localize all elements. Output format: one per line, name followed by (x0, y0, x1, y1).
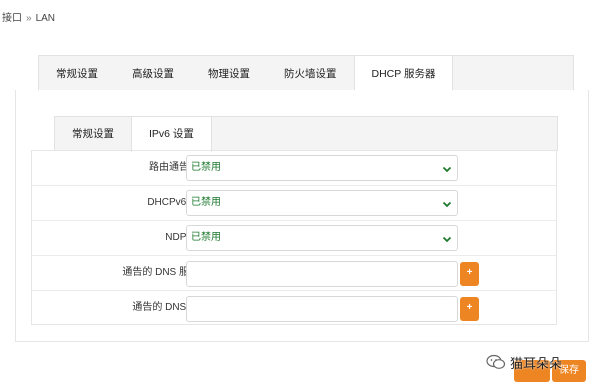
tab-firewall-settings[interactable]: 防火墙设置 (267, 56, 354, 92)
chevron-down-icon (442, 166, 452, 173)
dns-servers-input[interactable] (186, 261, 458, 287)
inner-tab-bar: 常规设置 IPv6 设置 (54, 116, 558, 152)
ndp-proxy-row: NDP 代理 已禁用 (32, 221, 556, 256)
subtab-general-settings[interactable]: 常规设置 (55, 117, 131, 151)
dns-domains-add-button[interactable]: + (460, 297, 479, 321)
watermark: 猫耳朵朵 (486, 352, 562, 372)
chevron-down-icon (442, 236, 452, 243)
chevron-down-icon (442, 201, 452, 208)
router-adv-value: 已禁用 (191, 162, 221, 173)
tab-dhcp-server[interactable]: DHCP 服务器 (353, 56, 454, 93)
tab-general-settings[interactable]: 常规设置 (39, 56, 115, 92)
dhcpv6-row: DHCPv6 服务 已禁用 (32, 186, 556, 221)
subtab-ipv6-settings[interactable]: IPv6 设置 (131, 117, 212, 152)
router-adv-row: 路由通告服务 已禁用 (32, 151, 556, 186)
watermark-text: 猫耳朵朵 (510, 355, 563, 371)
breadcrumb: 接口 » LAN (2, 9, 55, 24)
outer-tab-bar: 常规设置 高级设置 物理设置 防火墙设置 DHCP 服务器 (38, 55, 574, 93)
wechat-icon (486, 354, 506, 369)
breadcrumb-current: LAN (35, 13, 56, 24)
dhcpv6-value: 已禁用 (191, 197, 221, 208)
ndp-proxy-value: 已禁用 (191, 232, 221, 243)
dhcpv6-select[interactable]: 已禁用 (186, 190, 458, 216)
tab-physical-settings[interactable]: 物理设置 (191, 56, 267, 92)
dns-domains-row: 通告的 DNS 域名 + (32, 291, 556, 326)
dns-domains-input[interactable] (186, 296, 458, 322)
ipv6-settings-form: 路由通告服务 已禁用 DHCPv6 服务 已禁用 NDP 代理 已禁用 通告的 … (31, 150, 557, 325)
dns-servers-row: 通告的 DNS 服务器 + (32, 256, 556, 291)
tab-advanced-settings[interactable]: 高级设置 (115, 56, 191, 92)
breadcrumb-parent[interactable]: 接口 (2, 13, 22, 24)
dns-servers-add-button[interactable]: + (460, 262, 479, 286)
ndp-proxy-select[interactable]: 已禁用 (186, 225, 458, 251)
router-adv-select[interactable]: 已禁用 (186, 155, 458, 181)
breadcrumb-separator: » (26, 13, 32, 24)
